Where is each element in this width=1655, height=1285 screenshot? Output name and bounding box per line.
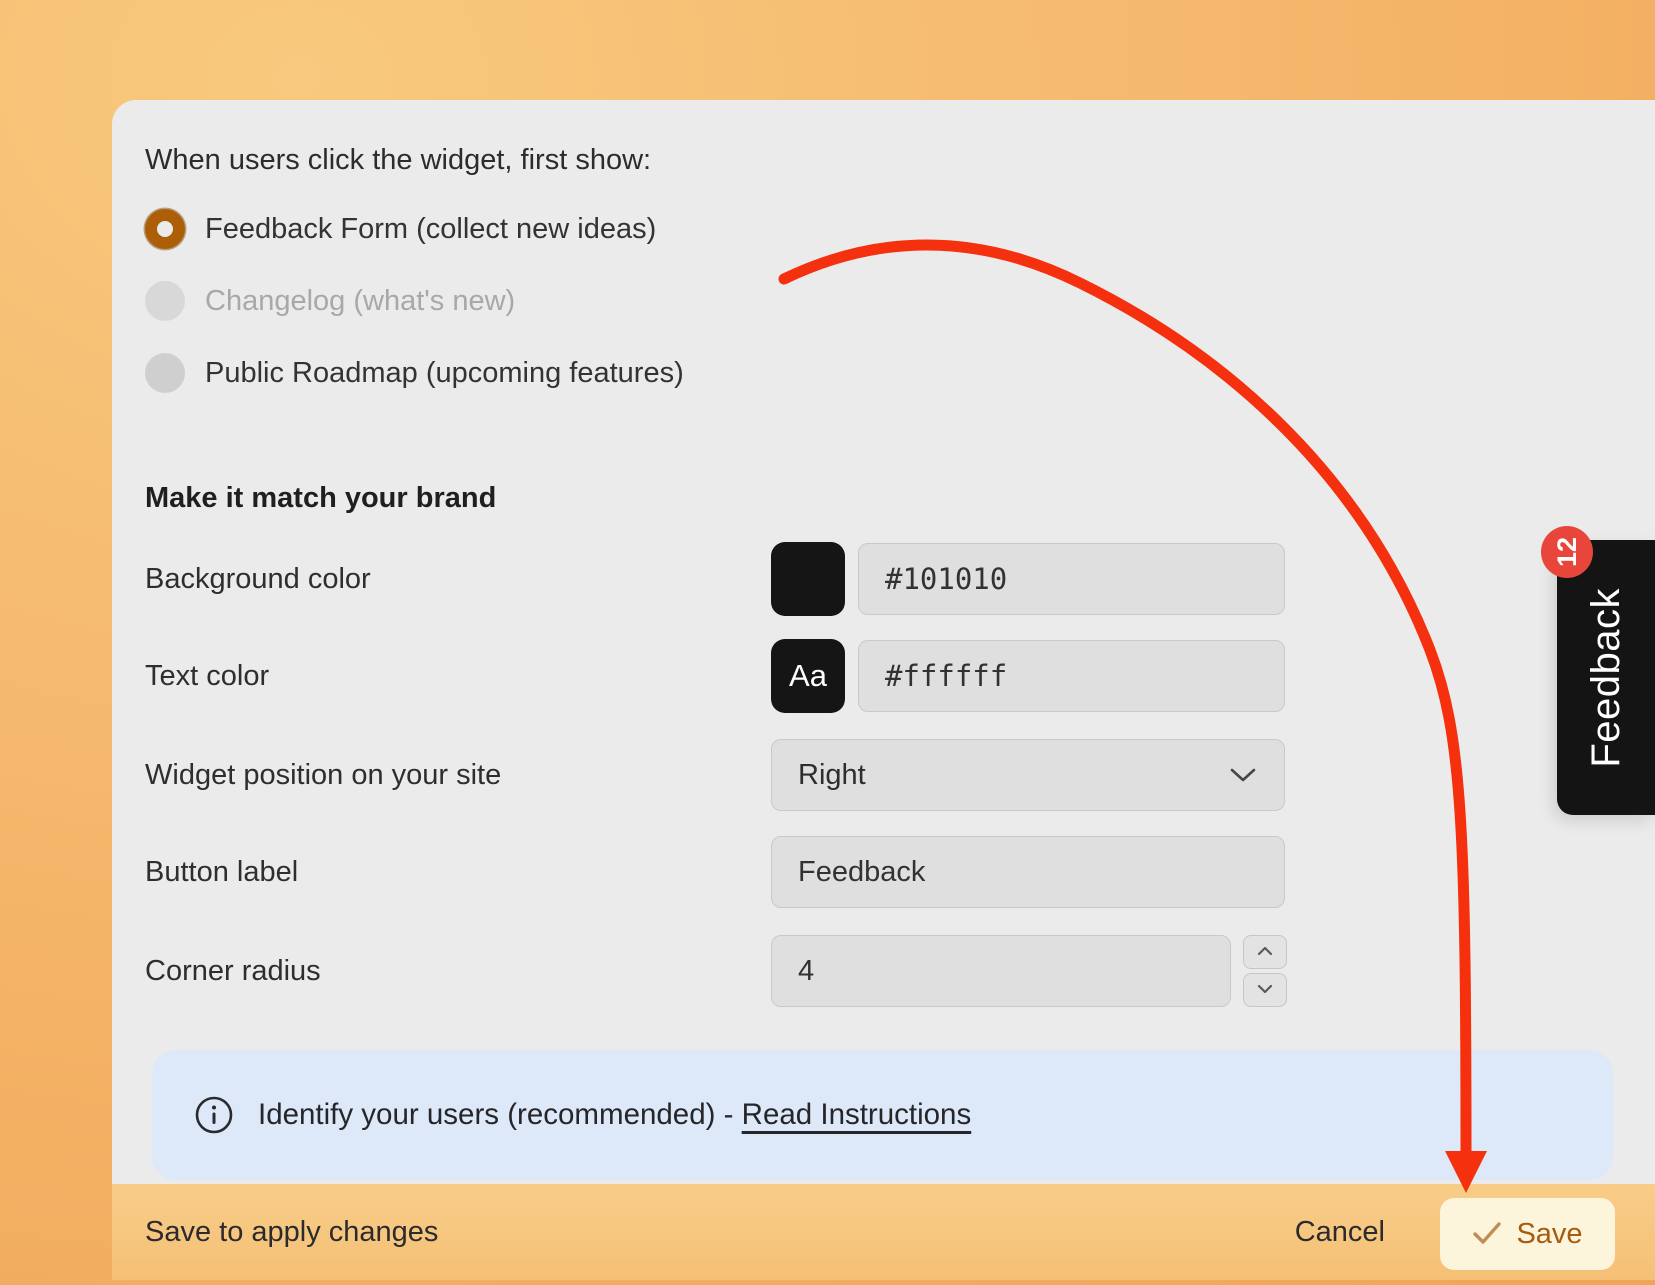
radio-option-feedback-form[interactable]: Feedback Form (collect new ideas) [145, 207, 656, 251]
radio-option-public-roadmap[interactable]: Public Roadmap (upcoming features) [145, 351, 684, 395]
settings-panel: When users click the widget, first show:… [112, 100, 1655, 1184]
radio-option-changelog[interactable]: Changelog (what's new) [145, 279, 515, 323]
background-color-swatch[interactable] [771, 542, 845, 616]
feedback-widget-settings-screen: When users click the widget, first show:… [0, 0, 1655, 1285]
button-label-label: Button label [145, 836, 298, 908]
stepper-increment-button[interactable] [1243, 935, 1287, 969]
save-button-label: Save [1516, 1218, 1582, 1251]
cancel-button[interactable]: Cancel [1295, 1184, 1385, 1280]
radio-selected-icon[interactable] [145, 209, 185, 249]
radio-unselected-icon[interactable] [145, 281, 185, 321]
background-color-label: Background color [145, 543, 371, 615]
info-message: Identify your users (recommended) - [258, 1098, 742, 1131]
feedback-widget-tab-preview[interactable]: Feedback [1557, 540, 1655, 815]
feedback-widget-tab-label: Feedback [1584, 588, 1629, 768]
corner-radius-stepper [1243, 935, 1287, 1007]
widget-position-label: Widget position on your site [145, 739, 501, 811]
corner-radius-input[interactable] [771, 935, 1231, 1007]
text-color-label: Text color [145, 640, 269, 712]
chevron-down-icon [1230, 768, 1256, 782]
stepper-decrement-button[interactable] [1243, 973, 1287, 1007]
radio-option-label: Public Roadmap (upcoming features) [205, 357, 684, 390]
text-color-input[interactable] [858, 640, 1285, 712]
checkmark-icon [1472, 1220, 1502, 1249]
read-instructions-link[interactable]: Read Instructions [742, 1098, 972, 1131]
unsaved-changes-status: Save to apply changes [145, 1184, 438, 1280]
first-show-question: When users click the widget, first show: [145, 140, 651, 180]
notification-count-badge: 12 [1541, 526, 1593, 578]
corner-radius-label: Corner radius [145, 935, 321, 1007]
chevron-down-icon [1257, 983, 1273, 998]
text-color-swatch-sample: Aa [789, 658, 827, 694]
info-banner-text: Identify your users (recommended) - Read… [258, 1098, 971, 1132]
brand-section-heading: Make it match your brand [145, 478, 496, 518]
widget-position-select[interactable]: Right [771, 739, 1285, 811]
radio-option-label: Feedback Form (collect new ideas) [205, 213, 656, 246]
radio-unselected-icon[interactable] [145, 353, 185, 393]
chevron-up-icon [1257, 945, 1273, 960]
info-icon [194, 1095, 234, 1135]
save-button[interactable]: Save [1440, 1198, 1615, 1270]
text-color-swatch[interactable]: Aa [771, 639, 845, 713]
background-color-input[interactable] [858, 543, 1285, 615]
button-label-input[interactable] [771, 836, 1285, 908]
radio-option-label: Changelog (what's new) [205, 285, 515, 318]
footer-action-bar: Save to apply changes Cancel Save [112, 1184, 1655, 1280]
identify-users-info-banner: Identify your users (recommended) - Read… [152, 1050, 1613, 1180]
notification-count: 12 [1552, 537, 1583, 567]
widget-position-value: Right [772, 759, 1230, 792]
